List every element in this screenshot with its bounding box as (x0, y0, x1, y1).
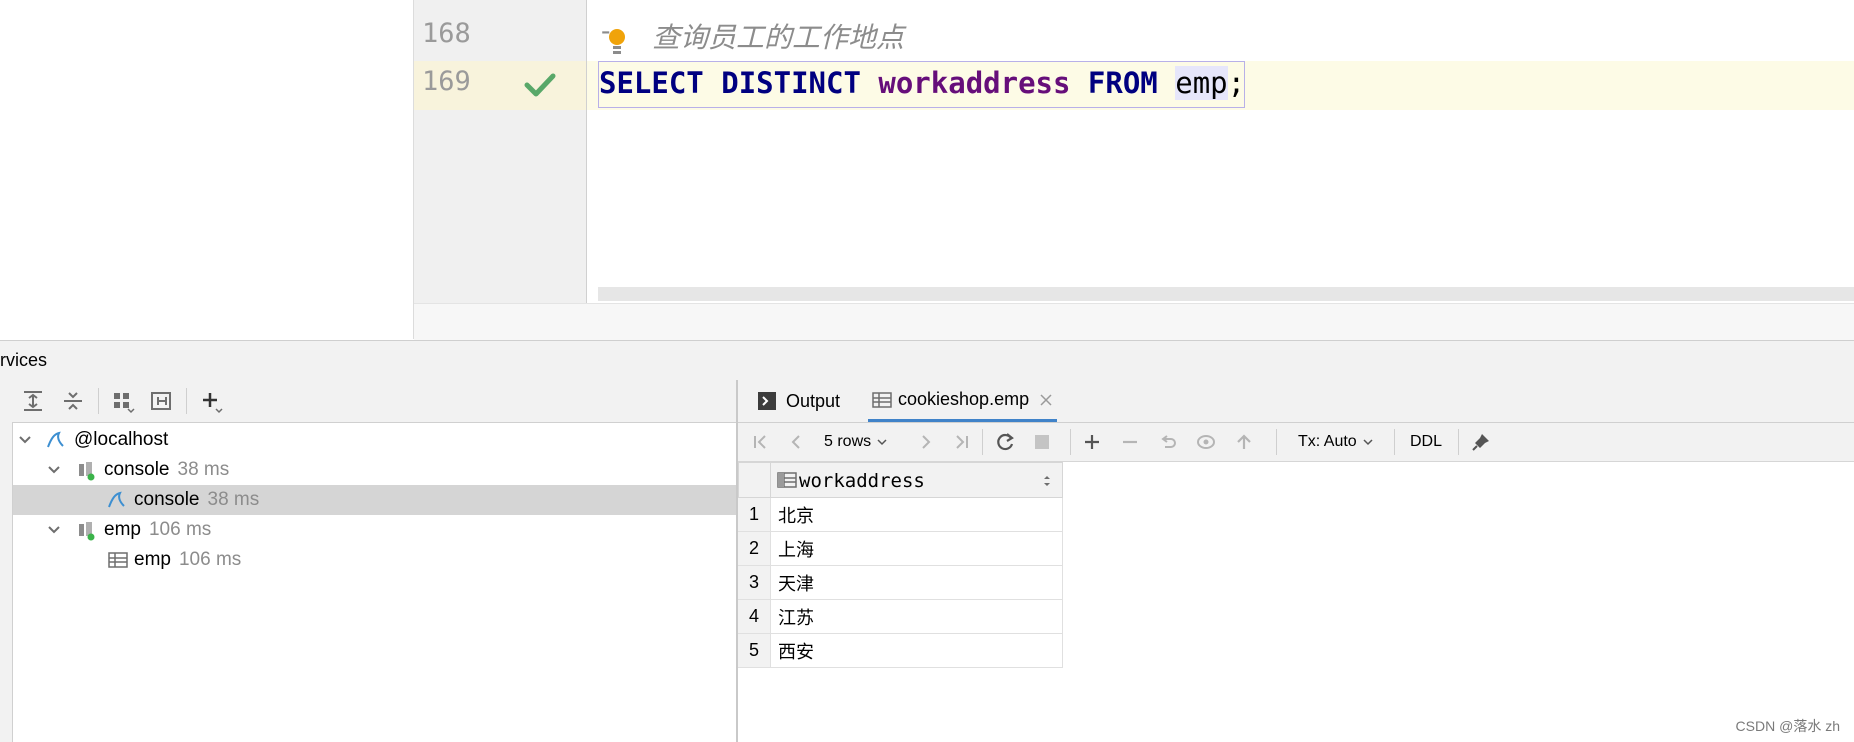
collapse-all-icon[interactable] (60, 388, 86, 414)
expand-all-icon[interactable] (20, 388, 46, 414)
table-icon (108, 552, 128, 568)
column-header-workaddress[interactable]: workaddress (770, 462, 1063, 498)
services-title: rvices (0, 350, 48, 370)
tree-label: console (104, 459, 170, 480)
row-number: 2 (738, 532, 771, 566)
ddl-label: DDL (1410, 433, 1443, 450)
chevron-down-icon (1363, 439, 1373, 446)
tab-label: cookieshop.emp (898, 389, 1030, 409)
view-query-icon[interactable] (1196, 430, 1218, 454)
horizontal-scrollbar[interactable] (598, 287, 1854, 301)
chevron-down-icon (877, 439, 887, 446)
editor-status-strip (414, 303, 1854, 340)
tree-label: console (134, 489, 200, 510)
pin-tab-icon[interactable] (1470, 430, 1492, 454)
ddl-button[interactable]: DDL (1410, 430, 1442, 454)
services-toolbar (12, 380, 736, 423)
new-session-icon[interactable] (148, 388, 174, 414)
console-icon (108, 491, 125, 508)
refresh-icon[interactable] (994, 430, 1016, 454)
result-grid: workaddress 1 北京 2 上海 3 天津 4 江苏 5 西安 (738, 462, 1854, 742)
tree-node-emp-table[interactable]: emp 106 ms (13, 545, 736, 575)
tab-output[interactable]: Output (758, 380, 840, 422)
keyword-select: SELECT (599, 66, 704, 100)
chevron-down-icon[interactable] (17, 432, 33, 448)
add-row-icon[interactable] (1082, 430, 1102, 454)
previous-page-icon[interactable] (786, 430, 806, 454)
comment-text: 查询员工的工作地点 (652, 21, 905, 54)
table-cell[interactable]: 北京 (770, 498, 1063, 532)
table-cell[interactable]: 上海 (770, 532, 1063, 566)
first-page-icon[interactable] (750, 430, 770, 454)
keyword-from: FROM (1087, 66, 1158, 100)
table-cell[interactable]: 西安 (770, 634, 1063, 668)
sql-statement[interactable]: SELECT DISTINCT workaddress FROM emp; (599, 66, 1245, 100)
left-empty-panel (0, 0, 414, 339)
tree-node-console-session[interactable]: console 38 ms (13, 455, 736, 485)
close-icon[interactable] (1039, 393, 1053, 407)
session-icon (79, 522, 95, 541)
table-cell[interactable]: 江苏 (770, 600, 1063, 634)
services-title-bar (0, 340, 1854, 381)
column-name: workaddress (878, 66, 1071, 100)
add-icon[interactable] (198, 388, 224, 414)
row-number: 3 (738, 566, 771, 600)
tree-node-emp-session[interactable]: emp 106 ms (13, 515, 736, 545)
execution-success-check-icon[interactable] (524, 72, 556, 98)
row-number-header (738, 462, 771, 498)
table-name: emp (1175, 66, 1228, 100)
tree-node-console[interactable]: console 38 ms (13, 485, 736, 515)
table-cell[interactable]: 天津 (770, 566, 1063, 600)
watermark: CSDN @落水 zh (1735, 718, 1840, 734)
tree-node-localhost[interactable]: @localhost (13, 425, 736, 455)
tree-label: @localhost (74, 429, 169, 450)
row-number: 5 (738, 634, 771, 668)
line-number-168: 168 (422, 18, 471, 49)
results-tab-bar: Output cookieshop.emp (738, 380, 1854, 423)
mysql-dolphin-icon (47, 431, 64, 448)
chevron-down-icon[interactable] (46, 522, 62, 538)
session-icon (79, 462, 95, 481)
tab-cookieshop-emp[interactable]: cookieshop.emp (868, 380, 1058, 422)
last-page-icon[interactable] (952, 430, 972, 454)
group-by-icon[interactable] (110, 388, 136, 414)
tab-label: Output (786, 390, 841, 411)
line-number-169: 169 (422, 66, 471, 97)
row-number: 1 (738, 498, 771, 532)
rows-count-dropdown[interactable]: 5 rows (824, 430, 889, 454)
submit-icon[interactable] (1234, 430, 1254, 454)
keyword-distinct: DISTINCT (721, 66, 861, 100)
tree-time: 106 ms (148, 519, 212, 540)
delete-row-icon[interactable] (1120, 430, 1140, 454)
tree-time: 38 ms (177, 459, 230, 480)
column-header-label: workaddress (799, 470, 925, 492)
services-tree: @localhost console 38 ms console 38 ms emp… (13, 423, 736, 742)
revert-icon[interactable] (1158, 430, 1178, 454)
tool-window-strip (0, 380, 13, 742)
next-page-icon[interactable] (916, 430, 936, 454)
column-icon (777, 472, 797, 488)
tree-time: 38 ms (207, 489, 260, 510)
semicolon: ; (1227, 66, 1246, 100)
table-icon (872, 391, 892, 408)
sort-icon[interactable] (1042, 473, 1052, 489)
console-output-icon (758, 392, 776, 410)
transaction-mode-dropdown[interactable]: Tx: Auto (1298, 430, 1375, 454)
tree-label: emp (134, 549, 171, 570)
chevron-down-icon[interactable] (46, 462, 62, 478)
tree-label: emp (104, 519, 141, 540)
row-number: 4 (738, 600, 771, 634)
tx-mode-label: Tx: Auto (1298, 433, 1357, 450)
rows-count-label: 5 rows (824, 433, 872, 450)
stop-icon[interactable] (1032, 430, 1052, 454)
tree-time: 106 ms (178, 549, 242, 570)
intention-bulb-icon[interactable] (604, 22, 630, 58)
result-grid-toolbar: 5 rows Tx: Auto DDL (738, 423, 1854, 462)
